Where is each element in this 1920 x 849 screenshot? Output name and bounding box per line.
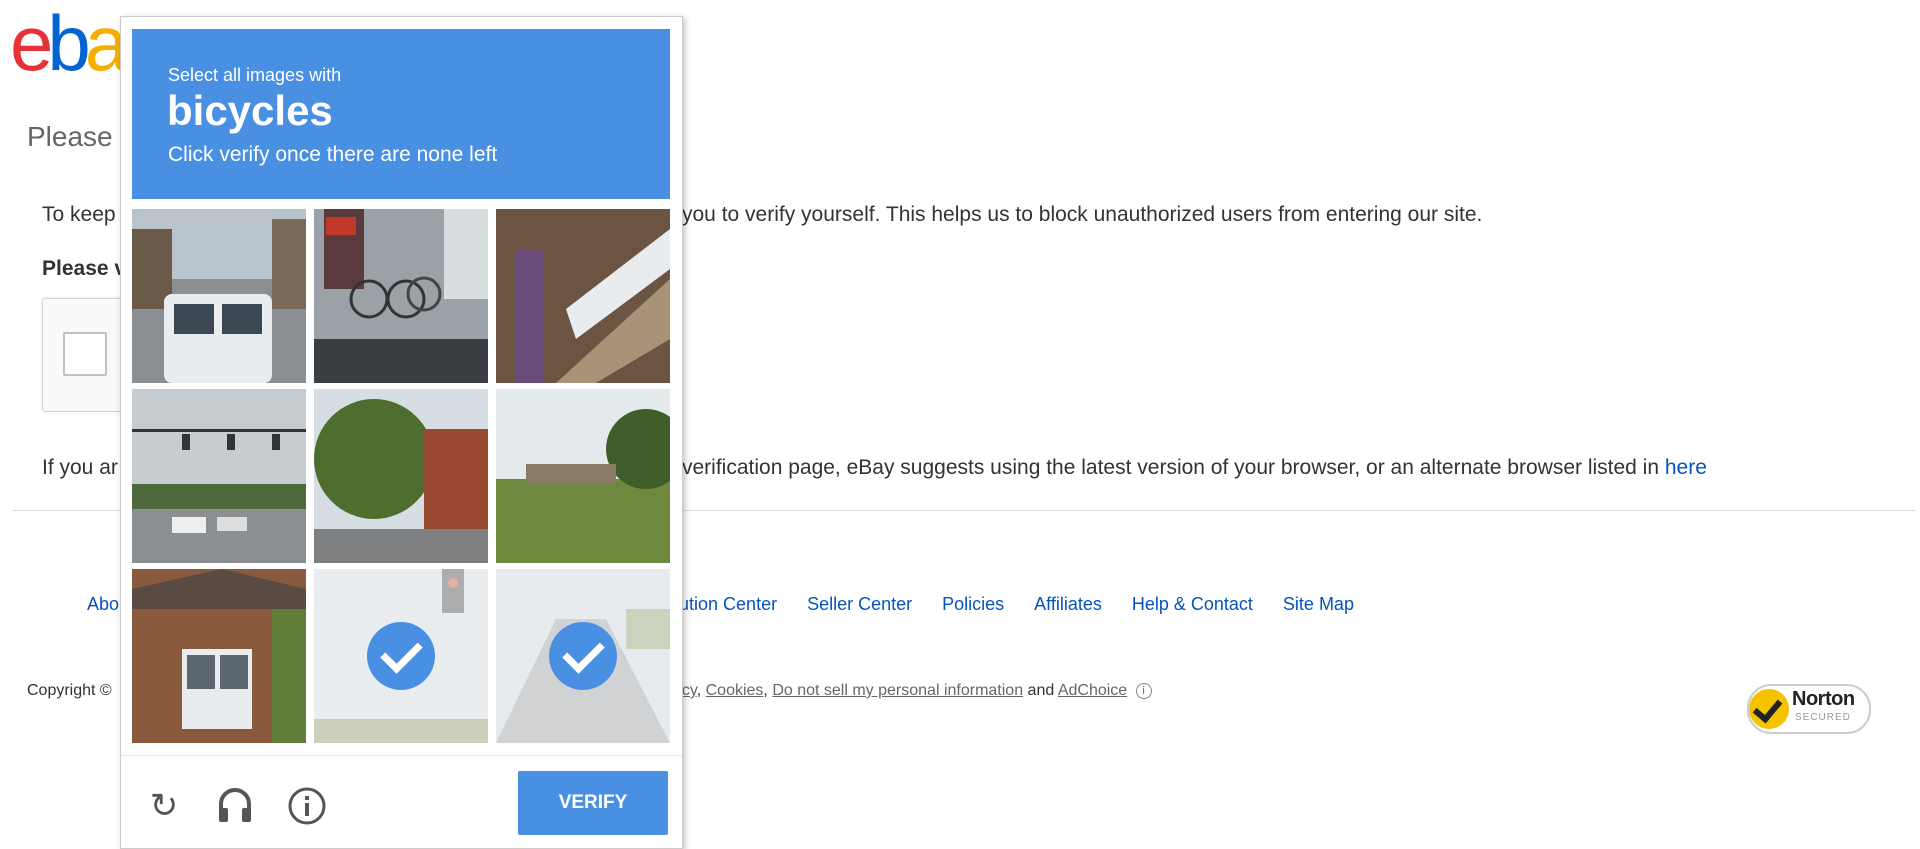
challenge-tile[interactable]: [132, 209, 306, 383]
footer-link-affiliates[interactable]: Affiliates: [1034, 594, 1102, 615]
verify-button[interactable]: VERIFY: [518, 771, 668, 835]
info-icon[interactable]: [287, 786, 327, 826]
recaptcha-checkbox[interactable]: [63, 332, 107, 376]
logo-letter-e: e: [10, 0, 53, 87]
do-not-sell-link[interactable]: Do not sell my personal information: [772, 682, 1023, 699]
norton-name: Norton: [1792, 688, 1855, 710]
reload-icon[interactable]: ↻: [144, 786, 184, 826]
challenge-target: bicycles: [167, 87, 333, 134]
footer-link-site-map[interactable]: Site Map: [1283, 594, 1354, 615]
audio-icon[interactable]: [215, 786, 255, 826]
tile-image-street-van: [132, 209, 306, 383]
tile-image-overpass: [496, 209, 670, 383]
norton-secured-badge: Norton SECURED: [1747, 684, 1871, 734]
tile-image-house-window: [132, 569, 306, 743]
verify-prompt: Please v: [42, 257, 127, 280]
tile-image-traffic-lights: [132, 389, 306, 563]
challenge-tile-selected[interactable]: [314, 569, 488, 743]
headphones-glyph: [219, 788, 251, 822]
challenge-tile[interactable]: [314, 389, 488, 563]
copyright-prefix: Copyright ©: [27, 682, 112, 699]
ebay-logo: eba: [10, 4, 128, 82]
challenge-subinstruction: Click verify once there are none left: [168, 143, 498, 166]
help-text-body: verification page, eBay suggests using t…: [682, 456, 1660, 479]
and-text: and: [1027, 682, 1055, 699]
challenge-tile[interactable]: [496, 389, 670, 563]
info-glyph: [288, 787, 326, 825]
page-title: Please: [27, 121, 113, 152]
challenge-tile[interactable]: [496, 209, 670, 383]
footer-link-about[interactable]: Abo: [87, 594, 119, 615]
footer-link-help-contact[interactable]: Help & Contact: [1132, 594, 1253, 615]
intro-text: To keep you to verify yourself. This hel…: [42, 203, 1482, 227]
help-text-left: If you ar: [42, 456, 118, 479]
footer-link-policies[interactable]: Policies: [942, 594, 1004, 615]
tile-check-icon: [367, 622, 435, 690]
norton-sub: SECURED: [1795, 712, 1851, 723]
browser-list-link[interactable]: here: [1665, 456, 1707, 479]
challenge-instruction: Select all images with: [168, 65, 342, 85]
challenge-header: Select all images with bicycles Click ve…: [132, 29, 670, 199]
browser-help-text: If you ar verification page, eBay sugges…: [42, 456, 1707, 480]
logo-letter-b: b: [47, 0, 90, 87]
legal-links: vacy, Cookies, Do not sell my personal i…: [665, 682, 1152, 700]
tile-image-park-field: [496, 389, 670, 563]
footer-links-right: olution Center Seller Center Policies Af…: [665, 594, 1384, 615]
intro-text-right: you to verify yourself. This helps us to…: [682, 203, 1483, 226]
adchoice-info-icon[interactable]: i: [1135, 682, 1152, 699]
challenge-tile[interactable]: [132, 389, 306, 563]
challenge-tile[interactable]: [132, 569, 306, 743]
tile-image-tree-street: [314, 389, 488, 563]
logo-letter-a: a: [84, 0, 128, 87]
norton-check-icon: [1749, 689, 1789, 729]
captcha-challenge-popup: Select all images with bicycles Click ve…: [120, 16, 683, 849]
cookies-link[interactable]: Cookies: [706, 682, 764, 699]
challenge-tile[interactable]: [314, 209, 488, 383]
intro-text-left: To keep: [42, 203, 116, 226]
tile-image-bicycles-rack: [314, 209, 488, 383]
copyright-line: Copyright ©: [27, 682, 112, 700]
challenge-tile-selected[interactable]: [496, 569, 670, 743]
challenge-image-grid: [132, 209, 670, 753]
footer-link-seller-center[interactable]: Seller Center: [807, 594, 912, 615]
help-text-right: verification page, eBay suggests using t…: [682, 456, 1707, 480]
adchoice-link[interactable]: AdChoice: [1058, 682, 1127, 699]
tile-check-icon: [549, 622, 617, 690]
challenge-footer: ↻ VERIFY: [121, 755, 682, 849]
